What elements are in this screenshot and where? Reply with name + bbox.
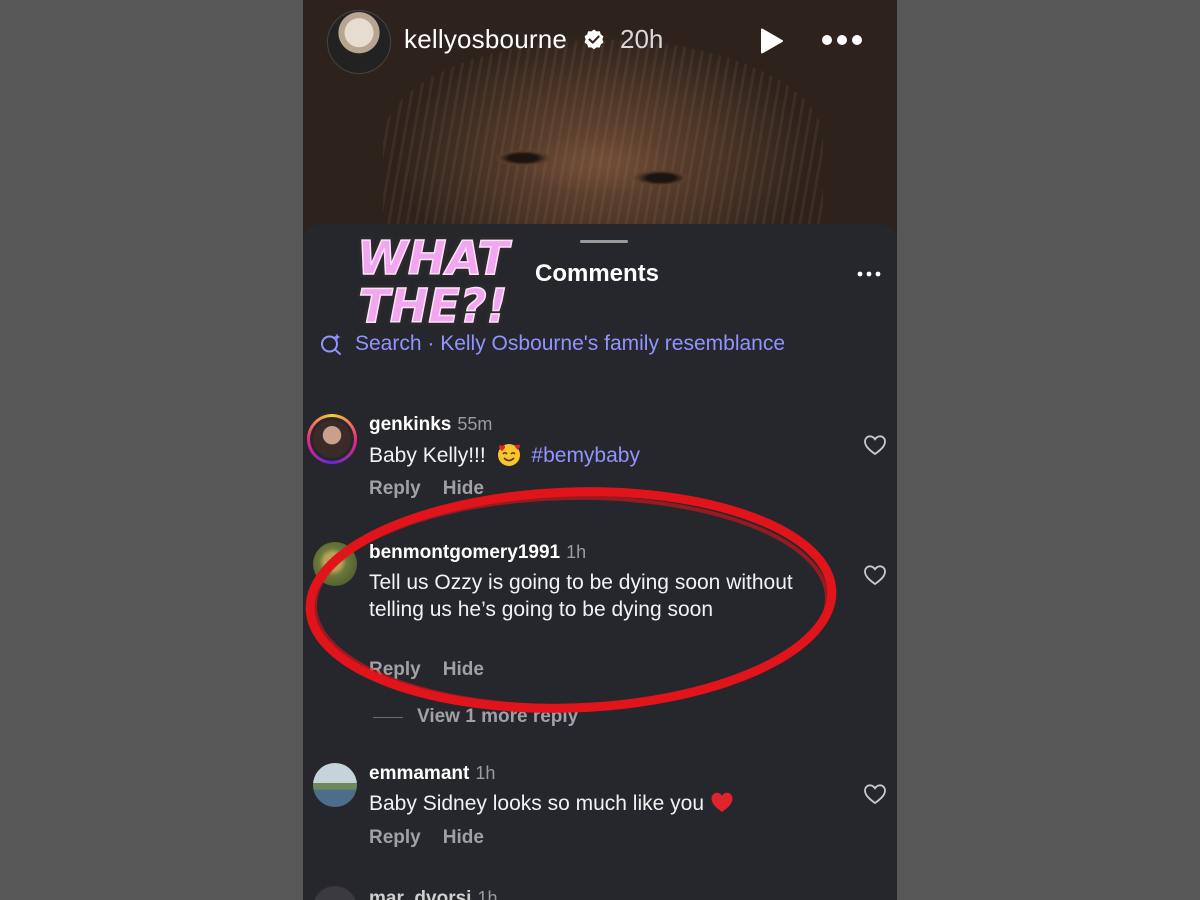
comment-time: 55m	[457, 414, 493, 434]
avatar[interactable]	[313, 763, 357, 807]
story-username[interactable]: kellyosbourne	[404, 24, 567, 55]
comments-sheet: WHAT WHAT THE?! THE?! Comments Search · …	[303, 224, 897, 900]
story-timestamp: 20h	[620, 24, 664, 54]
reply-button[interactable]: Reply	[369, 659, 421, 680]
comment-username[interactable]: benmontgomery1991 1h	[369, 542, 586, 564]
comment-actions: Reply Hide	[369, 659, 506, 681]
comment-time: 1h	[566, 542, 587, 562]
hide-button[interactable]: Hide	[443, 478, 484, 499]
comment-search-suggestion[interactable]: Search · Kelly Osbourne's family resembl…	[319, 328, 785, 360]
view-replies-label[interactable]: View 1 more reply	[417, 706, 578, 728]
hide-button[interactable]: Hide	[443, 659, 484, 680]
sticker-line-2: THE?!	[359, 279, 508, 328]
sheet-title: Comments	[535, 260, 660, 287]
comment-text: Baby Sidney looks so much like you	[369, 790, 809, 817]
verified-badge-icon	[584, 29, 604, 50]
comment-text: Baby Kelly!!! #bemybaby	[369, 441, 809, 469]
avatar[interactable]	[313, 542, 357, 586]
comment-actions: Reply Hide	[369, 827, 506, 849]
smiling-face-with-hearts-icon	[497, 444, 520, 466]
story-viewer: kellyosbourne 20h WHAT WHAT THE?! THE?! …	[303, 0, 897, 900]
comment-username[interactable]: genkinks 55m	[369, 414, 492, 436]
story-photo-eye	[495, 150, 551, 166]
search-suggestion-text[interactable]: Search · Kelly Osbourne's family resembl…	[355, 332, 785, 356]
avatar[interactable]	[313, 886, 357, 900]
more-horizontal-icon[interactable]	[821, 30, 863, 50]
hide-button[interactable]: Hide	[443, 827, 484, 848]
story-photo-eye	[633, 170, 689, 186]
play-icon[interactable]	[757, 27, 785, 55]
comment-time: 1h	[477, 888, 498, 900]
like-heart-icon[interactable]	[863, 783, 887, 805]
comment-text: Tell us Ozzy is going to be dying soon w…	[369, 571, 793, 621]
like-heart-icon[interactable]	[863, 434, 887, 456]
more-horizontal-icon[interactable]	[857, 270, 881, 278]
divider	[373, 716, 403, 718]
red-heart-icon	[711, 792, 733, 812]
comment-username[interactable]: mar_dvorsi 1h	[369, 888, 497, 900]
comment-username[interactable]: emmamant 1h	[369, 763, 495, 785]
reply-button[interactable]: Reply	[369, 827, 421, 848]
sticker-line-1: WHAT	[357, 231, 512, 285]
view-more-replies[interactable]: View 1 more reply	[373, 706, 578, 728]
avatar[interactable]	[307, 414, 357, 464]
search-sparkle-icon	[321, 333, 341, 355]
comment-hashtag[interactable]: #bemybaby	[531, 444, 640, 467]
story-avatar[interactable]	[327, 10, 391, 74]
reply-button[interactable]: Reply	[369, 478, 421, 499]
what-the-sticker: WHAT WHAT THE?! THE?!	[353, 228, 513, 328]
comment-actions: Reply Hide	[369, 478, 506, 500]
like-heart-icon[interactable]	[863, 564, 887, 586]
sheet-drag-handle[interactable]	[580, 240, 628, 243]
comment-time: 1h	[475, 763, 496, 783]
story-header: kellyosbourne 20h	[303, 0, 897, 84]
